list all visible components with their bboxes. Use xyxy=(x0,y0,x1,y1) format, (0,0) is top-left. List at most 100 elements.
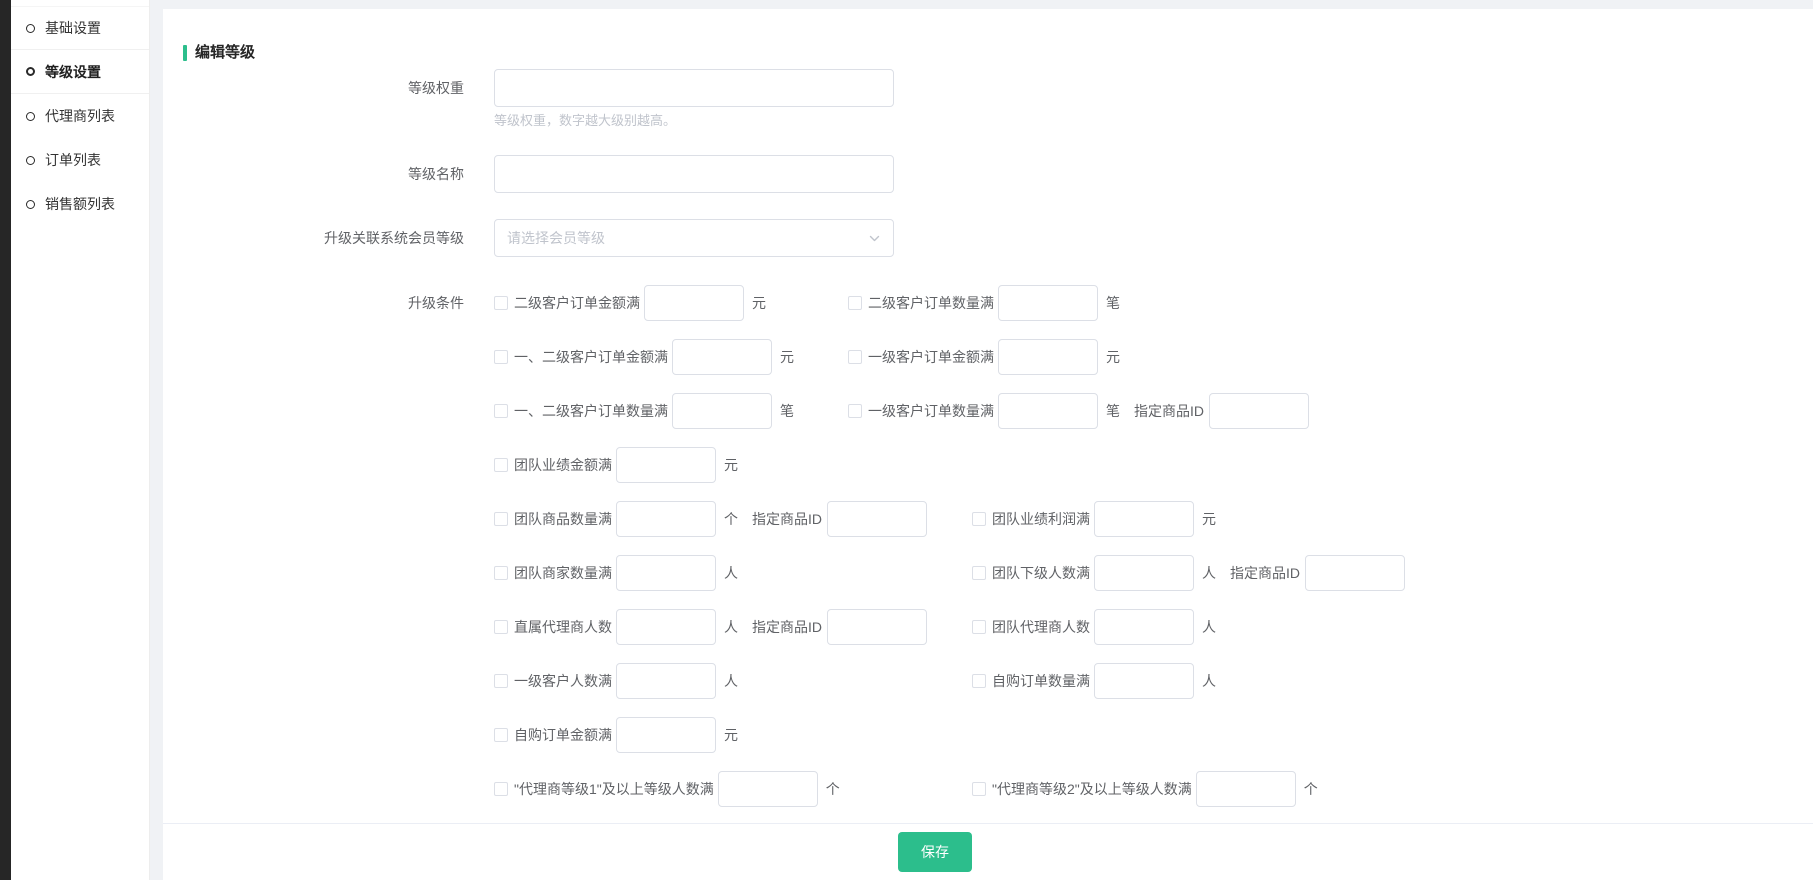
condition-label: 团队商家数量满 xyxy=(514,563,612,583)
condition-label: "代理商等级1"及以上等级人数满 xyxy=(514,779,714,799)
condition-label: 二级客户订单数量满 xyxy=(868,293,994,313)
condition-label: 直属代理商人数 xyxy=(514,617,612,637)
circle-icon xyxy=(26,112,35,121)
sidebar-item-label: 订单列表 xyxy=(45,150,101,170)
condition-label: 自购订单金额满 xyxy=(514,725,612,745)
condition-value-input[interactable] xyxy=(616,447,716,483)
main-area: 编辑等级 等级权重 等级权重，数字越大级别越高。 等级名称 升 xyxy=(150,0,1813,880)
checkbox[interactable] xyxy=(972,566,986,580)
sidebar-item[interactable]: 代理商列表 xyxy=(11,94,149,138)
condition-value-input[interactable] xyxy=(1094,663,1194,699)
condition-value-input[interactable] xyxy=(616,555,716,591)
level-name-label: 等级名称 xyxy=(163,155,494,193)
checkbox[interactable] xyxy=(972,620,986,634)
condition-label: 一级客户订单数量满 xyxy=(868,401,994,421)
condition-value-input[interactable] xyxy=(672,339,772,375)
condition-value-input[interactable] xyxy=(1094,555,1194,591)
unit-label: 人 xyxy=(724,563,738,583)
product-id-input[interactable] xyxy=(827,501,927,537)
condition-row: 二级客户订单金额满元二级客户订单数量满笔 xyxy=(494,285,1405,321)
level-weight-help-text: 等级权重，数字越大级别越高。 xyxy=(494,112,894,129)
condition-row: 一、二级客户订单金额满元一级客户订单金额满元 xyxy=(494,339,1405,375)
unit-label: 元 xyxy=(1202,509,1216,529)
condition-cell: 一、二级客户订单金额满元 xyxy=(494,339,848,375)
condition-label: 团队下级人数满 xyxy=(992,563,1090,583)
condition-label: 团队商品数量满 xyxy=(514,509,612,529)
condition-label: 二级客户订单金额满 xyxy=(514,293,640,313)
condition-row: 直属代理商人数人指定商品ID团队代理商人数人 xyxy=(494,609,1405,645)
circle-icon xyxy=(26,200,35,209)
save-button[interactable]: 保存 xyxy=(898,832,972,872)
condition-value-input[interactable] xyxy=(644,285,744,321)
checkbox[interactable] xyxy=(494,512,508,526)
condition-value-input[interactable] xyxy=(616,663,716,699)
checkbox[interactable] xyxy=(494,782,508,796)
condition-row: 团队商家数量满人团队下级人数满人指定商品ID xyxy=(494,555,1405,591)
condition-label: 团队代理商人数 xyxy=(992,617,1090,637)
checkbox[interactable] xyxy=(972,782,986,796)
sidebar-item[interactable]: 销售额列表 xyxy=(11,182,149,226)
condition-value-input[interactable] xyxy=(672,393,772,429)
condition-cell: 一级客户订单数量满笔指定商品ID xyxy=(848,393,1309,429)
circle-icon xyxy=(26,24,35,33)
condition-value-input[interactable] xyxy=(998,339,1098,375)
condition-cell: "代理商等级2"及以上等级人数满个 xyxy=(972,771,1318,807)
condition-row: 团队商品数量满个指定商品ID团队业绩利润满元 xyxy=(494,501,1405,537)
level-name-input[interactable] xyxy=(494,155,894,193)
conditions-label: 升级条件 xyxy=(163,285,494,321)
unit-label: 笔 xyxy=(780,401,794,421)
condition-value-input[interactable] xyxy=(1094,609,1194,645)
checkbox[interactable] xyxy=(494,674,508,688)
footer-bar: 保存 xyxy=(163,823,1813,880)
checkbox[interactable] xyxy=(494,458,508,472)
condition-label: 一级客户订单金额满 xyxy=(868,347,994,367)
condition-cell: 团队业绩利润满元 xyxy=(972,501,1216,537)
checkbox[interactable] xyxy=(848,350,862,364)
content-card: 编辑等级 等级权重 等级权重，数字越大级别越高。 等级名称 升 xyxy=(163,9,1813,880)
section-accent-bar xyxy=(183,45,187,61)
checkbox[interactable] xyxy=(494,620,508,634)
unit-label: 人 xyxy=(724,671,738,691)
section-title: 编辑等级 xyxy=(183,43,1813,63)
unit-label: 个 xyxy=(724,509,738,529)
condition-cell: 一、二级客户订单数量满笔 xyxy=(494,393,848,429)
product-id-label: 指定商品ID xyxy=(1230,563,1300,583)
condition-value-input[interactable] xyxy=(616,609,716,645)
member-level-select[interactable]: 请选择会员等级 xyxy=(494,219,894,257)
checkbox[interactable] xyxy=(848,296,862,310)
level-weight-input[interactable] xyxy=(494,69,894,107)
sidebar-item-label: 基础设置 xyxy=(45,18,101,38)
condition-value-input[interactable] xyxy=(1094,501,1194,537)
product-id-input[interactable] xyxy=(1305,555,1405,591)
form-row-level-weight: 等级权重 等级权重，数字越大级别越高。 xyxy=(163,69,1813,129)
condition-value-input[interactable] xyxy=(616,501,716,537)
condition-value-input[interactable] xyxy=(998,285,1098,321)
unit-label: 个 xyxy=(826,779,840,799)
condition-value-input[interactable] xyxy=(718,771,818,807)
unit-label: 人 xyxy=(1202,563,1216,583)
checkbox[interactable] xyxy=(494,566,508,580)
condition-label: 一、二级客户订单金额满 xyxy=(514,347,668,367)
condition-value-input[interactable] xyxy=(1196,771,1296,807)
unit-label: 元 xyxy=(724,725,738,745)
unit-label: 人 xyxy=(1202,671,1216,691)
condition-value-input[interactable] xyxy=(616,717,716,753)
checkbox[interactable] xyxy=(494,296,508,310)
sidebar-item[interactable]: 等级设置 xyxy=(11,50,149,94)
condition-cell: 二级客户订单数量满笔 xyxy=(848,285,1120,321)
checkbox[interactable] xyxy=(494,404,508,418)
checkbox[interactable] xyxy=(972,674,986,688)
sidebar-item[interactable]: 基础设置 xyxy=(11,6,149,50)
product-id-input[interactable] xyxy=(1209,393,1309,429)
product-id-label: 指定商品ID xyxy=(1134,401,1204,421)
checkbox[interactable] xyxy=(494,728,508,742)
condition-cell: 团队代理商人数人 xyxy=(972,609,1216,645)
checkbox[interactable] xyxy=(848,404,862,418)
product-id-input[interactable] xyxy=(827,609,927,645)
sidebar-item[interactable]: 订单列表 xyxy=(11,138,149,182)
checkbox[interactable] xyxy=(972,512,986,526)
app-window: 基础设置等级设置代理商列表订单列表销售额列表 编辑等级 等级权重 等级权重，数字… xyxy=(0,0,1813,880)
checkbox[interactable] xyxy=(494,350,508,364)
condition-row: 一级客户人数满人自购订单数量满人 xyxy=(494,663,1405,699)
condition-value-input[interactable] xyxy=(998,393,1098,429)
